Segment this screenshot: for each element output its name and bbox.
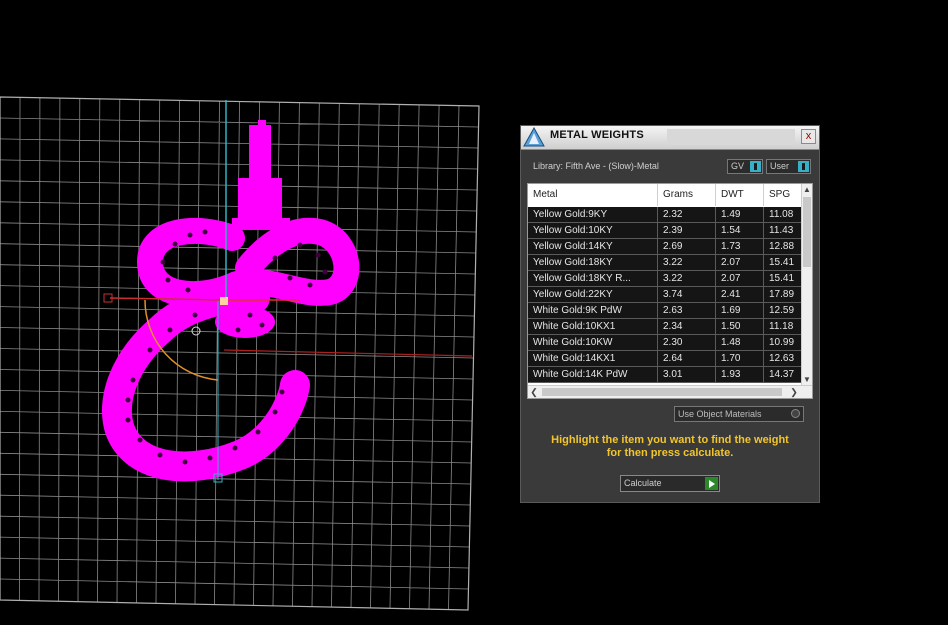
table-row[interactable]: Yellow Gold:22KY 3.74 2.41 17.89 [528,287,802,303]
cell-dwt: 1.93 [716,367,764,382]
table-row[interactable]: White Gold:10KW 2.30 1.48 10.99 [528,335,802,351]
horizontal-scrollbar[interactable]: ❮ ❯ [528,385,812,398]
cell-metal: Yellow Gold:18KY [528,255,658,270]
cell-dwt: 1.49 [716,207,764,222]
cell-metal: White Gold:9K PdW [528,303,658,318]
cell-spg: 15.41 [764,271,802,286]
cell-grams: 2.63 [658,303,716,318]
cell-spg: 15.41 [764,255,802,270]
cell-spg: 11.18 [764,319,802,334]
metal-weights-panel: METAL WEIGHTS x Library: Fifth Ave - (Sl… [520,125,820,503]
cell-metal: White Gold:10KX1 [528,319,658,334]
calculate-button[interactable]: Calculate [620,475,720,492]
scroll-up-icon[interactable]: ▲ [802,184,812,196]
cell-metal: Yellow Gold:18KY R... [528,271,658,286]
cell-grams: 3.01 [658,367,716,382]
cell-metal: White Gold:10KW [528,335,658,350]
cell-spg: 11.43 [764,223,802,238]
cell-spg: 10.99 [764,335,802,350]
table-row[interactable]: Yellow Gold:18KY R... 3.22 2.07 15.41 [528,271,802,287]
cell-grams: 3.22 [658,255,716,270]
toggle-switch-icon [750,161,761,172]
title-bar-fill [667,129,795,145]
cell-grams: 2.34 [658,319,716,334]
cell-dwt: 2.07 [716,255,764,270]
column-header-grams[interactable]: Grams [658,184,716,206]
title-bar[interactable]: METAL WEIGHTS x [521,126,819,150]
table-row[interactable]: Yellow Gold:9KY 2.32 1.49 11.08 [528,207,802,223]
instruction-line-2: for then press calculate. [606,447,734,459]
cell-grams: 2.30 [658,335,716,350]
play-arrow-icon [705,477,718,490]
library-label: Library: Fifth Ave - (Slow)-Metal [533,161,659,171]
cell-dwt: 1.54 [716,223,764,238]
cell-grams: 2.64 [658,351,716,366]
cell-metal: White Gold:14K PdW [528,367,658,382]
instruction-text: Highlight the item you want to find the … [531,434,809,460]
cell-dwt: 2.41 [716,287,764,302]
perspective-grid [0,96,480,611]
cell-metal: White Gold:14KX1 [528,351,658,366]
table-row[interactable]: Yellow Gold:14KY 2.69 1.73 12.88 [528,239,802,255]
cell-spg: 12.63 [764,351,802,366]
toggle-switch-icon [798,161,809,172]
table-row[interactable]: White Gold:14K PdW 3.01 1.93 14.37 [528,367,802,383]
scroll-thumb[interactable] [803,197,811,267]
gv-toggle[interactable]: GV [727,159,763,174]
table-header: Metal Grams DWT SPG [528,184,802,206]
cell-metal: Yellow Gold:9KY [528,207,658,222]
cell-spg: 11.08 [764,207,802,222]
table-body: Yellow Gold:9KY 2.32 1.49 11.08 Yellow Gold:… [528,207,802,383]
table-row[interactable]: Yellow Gold:10KY 2.39 1.54 11.43 [528,223,802,239]
use-object-materials-option[interactable]: Use Object Materials [674,406,804,422]
cell-spg: 12.88 [764,239,802,254]
cell-grams: 2.39 [658,223,716,238]
cell-dwt: 2.07 [716,271,764,286]
cell-spg: 17.89 [764,287,802,302]
cell-metal: Yellow Gold:14KY [528,239,658,254]
user-label: User [770,161,790,171]
table-row[interactable]: Yellow Gold:18KY 3.22 2.07 15.41 [528,255,802,271]
close-button[interactable]: x [801,129,816,144]
cell-grams: 3.22 [658,271,716,286]
table-row[interactable]: White Gold:10KX1 2.34 1.50 11.18 [528,319,802,335]
cell-dwt: 1.70 [716,351,764,366]
column-header-spg[interactable]: SPG [764,184,802,206]
cell-dwt: 1.69 [716,303,764,318]
vertical-scrollbar[interactable]: ▲ ▼ [801,184,812,386]
column-header-metal[interactable]: Metal [528,184,658,206]
cell-metal: Yellow Gold:22KY [528,287,658,302]
cell-grams: 3.74 [658,287,716,302]
table-row[interactable]: White Gold:14KX1 2.64 1.70 12.63 [528,351,802,367]
metal-table: Metal Grams DWT SPG Yellow Gold:9KY 2.32 1… [527,183,813,399]
radio-icon[interactable] [791,409,800,418]
panel-title: METAL WEIGHTS [550,129,644,141]
cell-spg: 12.59 [764,303,802,318]
cell-dwt: 1.73 [716,239,764,254]
calculate-label: Calculate [624,478,662,488]
column-header-dwt[interactable]: DWT [716,184,764,206]
app-logo-icon [523,127,545,147]
instruction-line-1: Highlight the item you want to find the … [551,434,789,446]
cell-metal: Yellow Gold:10KY [528,223,658,238]
cell-dwt: 1.50 [716,319,764,334]
user-toggle[interactable]: User [766,159,811,174]
table-row[interactable]: White Gold:9K PdW 2.63 1.69 12.59 [528,303,802,319]
scroll-right-icon[interactable]: ❯ [788,386,800,398]
cell-spg: 14.37 [764,367,802,382]
cell-dwt: 1.48 [716,335,764,350]
scroll-thumb[interactable] [542,388,782,396]
scroll-left-icon[interactable]: ❮ [528,386,540,398]
cell-grams: 2.69 [658,239,716,254]
cell-grams: 2.32 [658,207,716,222]
use-object-materials-label: Use Object Materials [678,409,762,419]
gv-label: GV [731,161,745,171]
